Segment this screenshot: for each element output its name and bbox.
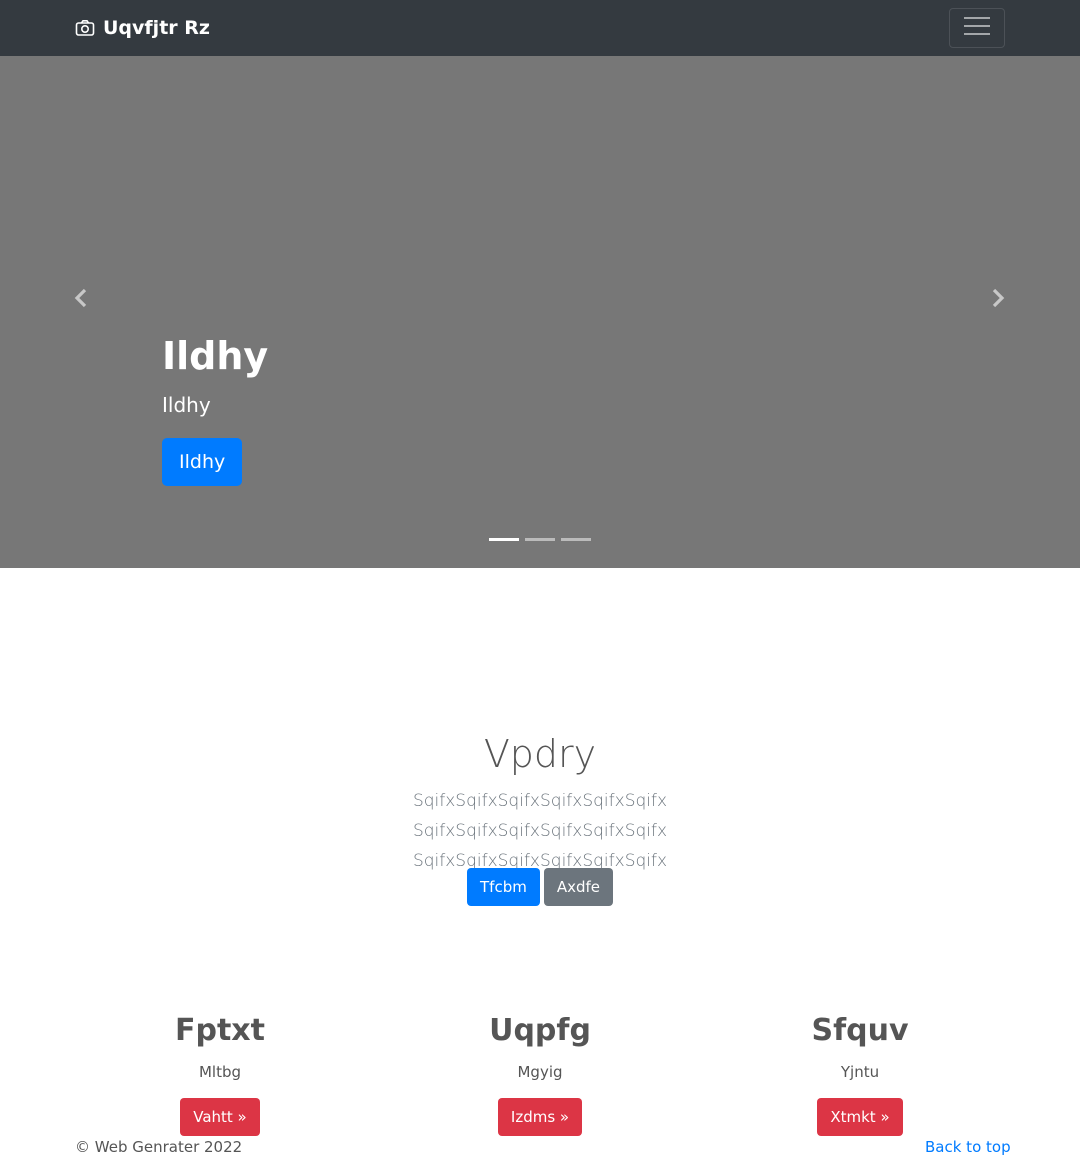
carousel-indicators bbox=[489, 538, 597, 541]
chevron-left-icon bbox=[73, 288, 89, 312]
camera-icon bbox=[75, 18, 95, 38]
jumbotron-title: Vpdry bbox=[483, 732, 597, 776]
carousel-cta-button[interactable]: Ildhy bbox=[162, 438, 243, 486]
hero-carousel: Ildhy Ildhy Ildhy bbox=[0, 56, 1080, 568]
navbar-toggler-button[interactable] bbox=[949, 8, 1005, 48]
navbar: Uqvfjtr Rz bbox=[0, 0, 1080, 56]
brand-text: Uqvfjtr Rz bbox=[103, 17, 210, 39]
carousel-indicator[interactable] bbox=[561, 538, 591, 541]
feature-text: Mltbg bbox=[198, 1063, 242, 1081]
jumbotron-lead: SqifxSqifxSqifxSqifxSqifxSqifx SqifxSqif… bbox=[412, 791, 668, 871]
footer-copyright: © Web Genrater 2022 bbox=[75, 1138, 243, 1156]
feature-column: Sfquv Yjntu Xtmkt » bbox=[710, 1008, 1010, 1136]
carousel-heading: Ildhy bbox=[162, 334, 269, 378]
feature-button[interactable]: Izdms » bbox=[497, 1098, 583, 1136]
brand-link[interactable]: Uqvfjtr Rz bbox=[75, 16, 210, 40]
feature-title: Fptxt bbox=[175, 1013, 265, 1048]
carousel-caption: Ildhy Ildhy Ildhy bbox=[162, 328, 268, 486]
feature-button[interactable]: Xtmkt » bbox=[817, 1098, 903, 1136]
carousel-next-button[interactable] bbox=[986, 288, 1010, 312]
carousel-text: Ildhy bbox=[162, 393, 211, 417]
back-to-top-link[interactable]: Back to top bbox=[925, 1136, 1011, 1158]
feature-column: Uqpfg Mgyig Izdms » bbox=[390, 1008, 690, 1136]
jumbotron-buttons: Tfcbm Axdfe bbox=[0, 868, 1080, 906]
feature-title: Uqpfg bbox=[489, 1013, 591, 1048]
carousel-prev-button[interactable] bbox=[69, 288, 93, 312]
feature-button[interactable]: Vahtt » bbox=[180, 1098, 260, 1136]
secondary-button[interactable]: Axdfe bbox=[543, 868, 613, 906]
chevron-right-icon bbox=[990, 288, 1006, 312]
primary-button[interactable]: Tfcbm bbox=[467, 868, 540, 906]
carousel-indicator[interactable] bbox=[525, 538, 555, 541]
feature-text: Mgyig bbox=[517, 1063, 563, 1081]
feature-text: Yjntu bbox=[840, 1063, 880, 1081]
feature-column: Fptxt Mltbg Vahtt » bbox=[70, 1008, 370, 1136]
feature-title: Sfquv bbox=[811, 1013, 909, 1048]
carousel-indicator[interactable] bbox=[489, 538, 519, 541]
hamburger-menu-icon bbox=[963, 15, 991, 41]
